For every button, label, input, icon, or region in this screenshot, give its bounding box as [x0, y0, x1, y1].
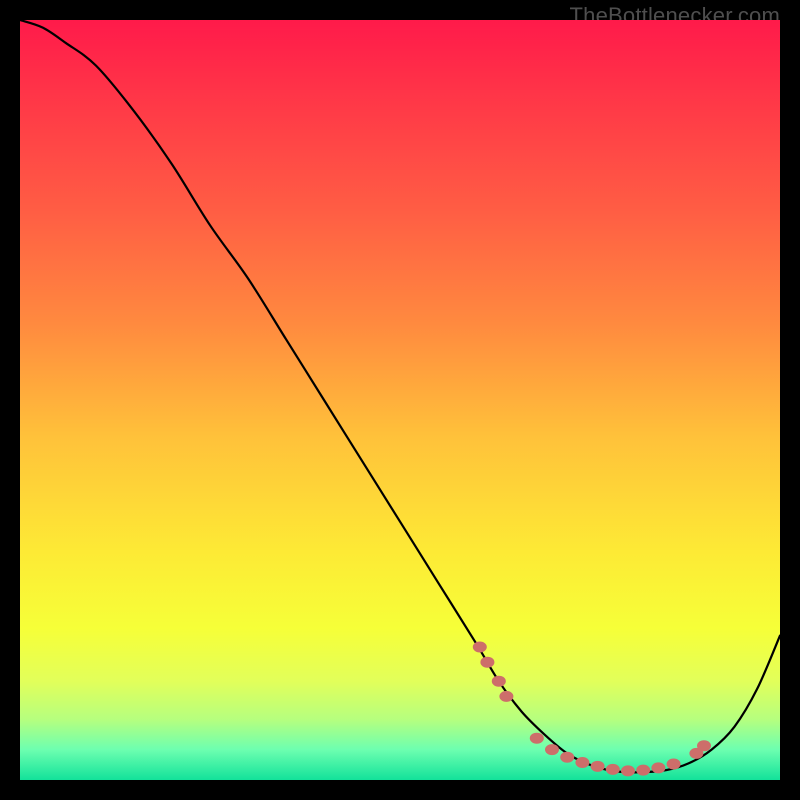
chart-frame: TheBottlenecker.com: [0, 0, 800, 800]
background-gradient: [20, 20, 780, 780]
plot-area: [20, 20, 780, 780]
